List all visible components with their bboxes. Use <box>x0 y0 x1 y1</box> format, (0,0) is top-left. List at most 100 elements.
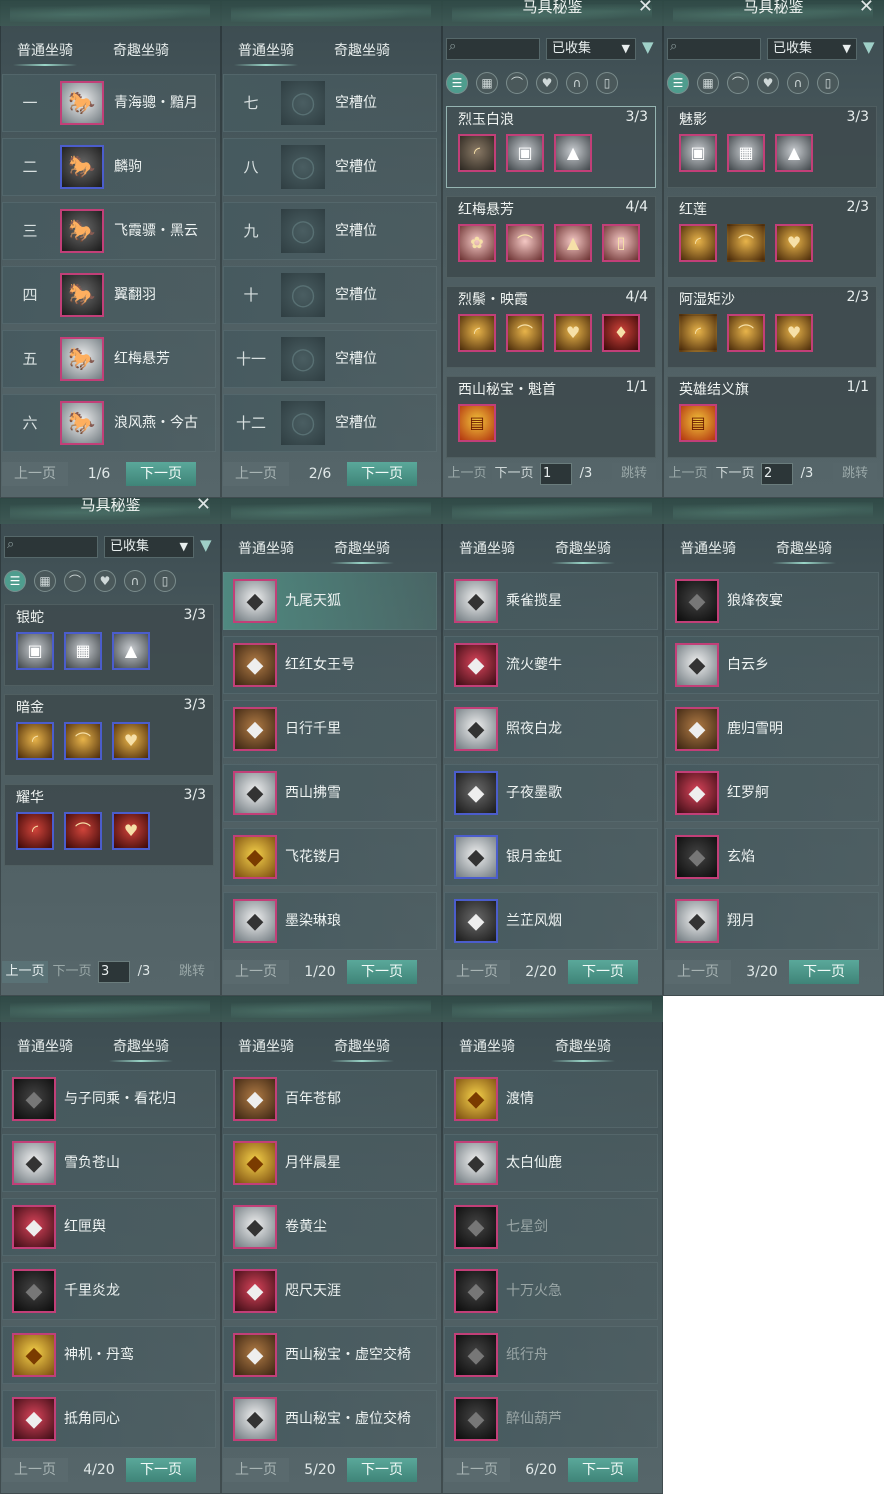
mount-row[interactable]: ◆ 雪负苍山 <box>2 1134 216 1192</box>
mount-row[interactable]: ◆ 狼烽夜宴 <box>665 572 879 630</box>
equip-set[interactable]: 烈玉白浪 3/3 ◜ ▣ ▲ <box>446 106 656 188</box>
armor-icon[interactable]: ▲ <box>112 632 150 670</box>
mount-row[interactable]: ◆ 墨染琳琅 <box>223 892 437 950</box>
mount-row[interactable]: 二 🐎 麟驹 <box>2 138 216 196</box>
prev-page-button[interactable]: 上一页 <box>2 1458 68 1482</box>
tab-fun-mounts[interactable]: 奇趣坐骑 <box>551 1036 615 1062</box>
prev-page-button[interactable]: 上一页 <box>444 960 510 984</box>
prev-page-button[interactable]: 上一页 <box>223 462 289 486</box>
prev-page-button[interactable]: 上一页 <box>444 1458 510 1482</box>
tab-fun-mounts[interactable]: 奇趣坐骑 <box>772 538 836 564</box>
equip-set[interactable]: 烈鬃・映霞 4/4 ◜ ⌒ ♥ ♦ <box>446 286 656 368</box>
equip-set[interactable]: 英雄结义旗 1/1 ▤ <box>667 376 877 458</box>
mount-row[interactable]: ◆ 红匣舆 <box>2 1198 216 1256</box>
mount-row[interactable]: ◆ 十万火急 <box>444 1262 658 1320</box>
mount-row[interactable]: ◆ 醉仙葫芦 <box>444 1390 658 1448</box>
banner-icon[interactable]: ▤ <box>679 404 717 442</box>
filter-icon[interactable]: ▼ <box>642 38 654 56</box>
mount-row[interactable]: ◆ 抵角同心 <box>2 1390 216 1448</box>
next-page-button[interactable]: 下一页 <box>789 960 859 984</box>
mount-row[interactable]: ◆ 鹿归雪明 <box>665 700 879 758</box>
mount-row[interactable]: 十一 ◯ 空槽位 <box>223 330 437 388</box>
mount-row[interactable]: 三 🐎 飞霞骠・黑云 <box>2 202 216 260</box>
bridle-icon[interactable]: ◜ <box>16 722 54 760</box>
bridle-icon[interactable]: ◜ <box>679 314 717 352</box>
horseshoe-icon[interactable]: ∩ <box>566 72 588 94</box>
next-page-button[interactable]: 下一页 <box>347 462 417 486</box>
list-view-icon[interactable]: ☰ <box>4 570 26 592</box>
collected-filter-dropdown[interactable]: 已收集 ▼ <box>104 536 194 558</box>
filter-icon[interactable]: ▼ <box>863 38 875 56</box>
mount-row[interactable]: ◆ 咫尺天涯 <box>223 1262 437 1320</box>
prev-page-button[interactable]: 上一页 <box>2 462 68 486</box>
mount-row[interactable]: ◆ 红红女王号 <box>223 636 437 694</box>
mount-row[interactable]: ◆ 翔月 <box>665 892 879 950</box>
collected-filter-dropdown[interactable]: 已收集 ▼ <box>546 38 636 60</box>
search-input[interactable]: ⌕ <box>446 38 540 60</box>
mount-row[interactable]: ◆ 纸行舟 <box>444 1326 658 1384</box>
tab-normal-mounts[interactable]: 普通坐骑 <box>459 1036 515 1056</box>
mount-row[interactable]: 五 🐎 红梅悬芳 <box>2 330 216 388</box>
armor-icon[interactable]: ▲ <box>554 134 592 172</box>
grid-view-icon[interactable]: ▦ <box>697 72 719 94</box>
page-number-input[interactable]: 3 <box>98 961 130 983</box>
mount-row[interactable]: ◆ 神机・丹鸾 <box>2 1326 216 1384</box>
tab-fun-mounts[interactable]: 奇趣坐骑 <box>330 538 394 564</box>
armor-icon[interactable]: ♥ <box>112 722 150 760</box>
tab-normal-mounts[interactable]: 普通坐骑 <box>459 538 515 558</box>
ornament-icon[interactable]: ▯ <box>817 72 839 94</box>
filter-icon[interactable]: ▼ <box>200 536 212 554</box>
tab-normal-mounts[interactable]: 普通坐骑 <box>17 1036 73 1056</box>
armor-icon[interactable]: ♥ <box>536 72 558 94</box>
mount-row[interactable]: ◆ 月伴晨星 <box>223 1134 437 1192</box>
mount-row[interactable]: 十二 ◯ 空槽位 <box>223 394 437 452</box>
page-number-input[interactable]: 2 <box>761 463 793 485</box>
mount-row[interactable]: ◆ 兰芷风烟 <box>444 892 658 950</box>
search-input[interactable]: ⌕ <box>667 38 761 60</box>
saddle-icon[interactable]: ⌒ <box>506 314 544 352</box>
equip-set[interactable]: 红莲 2/3 ◜ ⌒ ♥ <box>667 196 877 278</box>
mount-row[interactable]: ◆ 渡情 <box>444 1070 658 1128</box>
ornament-icon[interactable]: ▯ <box>602 224 640 262</box>
armor-icon[interactable]: ▣ <box>679 134 717 172</box>
mount-row[interactable]: ◆ 白云乡 <box>665 636 879 694</box>
bridle-icon[interactable]: ◜ <box>679 224 717 262</box>
bridle-icon[interactable]: ◜ <box>16 812 54 850</box>
mount-row[interactable]: 四 🐎 翼翻羽 <box>2 266 216 324</box>
grid-view-icon[interactable]: ▦ <box>476 72 498 94</box>
saddle-icon[interactable]: ⌒ <box>506 224 544 262</box>
armor-icon[interactable]: ♥ <box>757 72 779 94</box>
mount-row[interactable]: 九 ◯ 空槽位 <box>223 202 437 260</box>
mount-row[interactable]: ◆ 子夜墨歌 <box>444 764 658 822</box>
ornament-icon[interactable]: ♦ <box>602 314 640 352</box>
mount-row[interactable]: ◆ 红罗舸 <box>665 764 879 822</box>
tab-fun-mounts[interactable]: 奇趣坐骑 <box>334 40 390 60</box>
mount-row[interactable]: 一 🐎 青海骢・黯月 <box>2 74 216 132</box>
search-input[interactable]: ⌕ <box>4 536 98 558</box>
mount-row[interactable]: ◆ 七星剑 <box>444 1198 658 1256</box>
next-page-button[interactable]: 下一页 <box>568 1458 638 1482</box>
bridle-icon[interactable]: ◜ <box>458 314 496 352</box>
mount-row[interactable]: ◆ 太白仙鹿 <box>444 1134 658 1192</box>
next-page-button[interactable]: 下一页 <box>50 961 94 983</box>
saddle-icon[interactable]: ⌒ <box>727 72 749 94</box>
equip-set[interactable]: 红梅悬芳 4/4 ✿ ⌒ ▲ ▯ <box>446 196 656 278</box>
mount-row[interactable]: ◆ 九尾天狐 <box>223 572 437 630</box>
prev-page-button[interactable]: 上一页 <box>665 960 731 984</box>
tab-fun-mounts[interactable]: 奇趣坐骑 <box>330 1036 394 1062</box>
next-page-button[interactable]: 下一页 <box>492 463 536 485</box>
banner-icon[interactable]: ▤ <box>458 404 496 442</box>
equip-set[interactable]: 银蛇 3/3 ▣ ▦ ▲ <box>4 604 214 686</box>
bridle-icon[interactable]: ◜ <box>458 134 496 172</box>
next-page-button[interactable]: 下一页 <box>568 960 638 984</box>
page-number-input[interactable]: 1 <box>540 463 572 485</box>
equip-set[interactable]: 耀华 3/3 ◜ ⌒ ♥ <box>4 784 214 866</box>
horseshoe-icon[interactable]: ∩ <box>124 570 146 592</box>
mount-row[interactable]: ◆ 乘雀揽星 <box>444 572 658 630</box>
armor-icon[interactable]: ♥ <box>775 224 813 262</box>
mount-row[interactable]: ◆ 千里炎龙 <box>2 1262 216 1320</box>
mount-row[interactable]: ◆ 卷黄尘 <box>223 1198 437 1256</box>
next-page-button[interactable]: 下一页 <box>126 1458 196 1482</box>
armor-icon[interactable]: ▣ <box>16 632 54 670</box>
equip-set[interactable]: 魅影 3/3 ▣ ▦ ▲ <box>667 106 877 188</box>
